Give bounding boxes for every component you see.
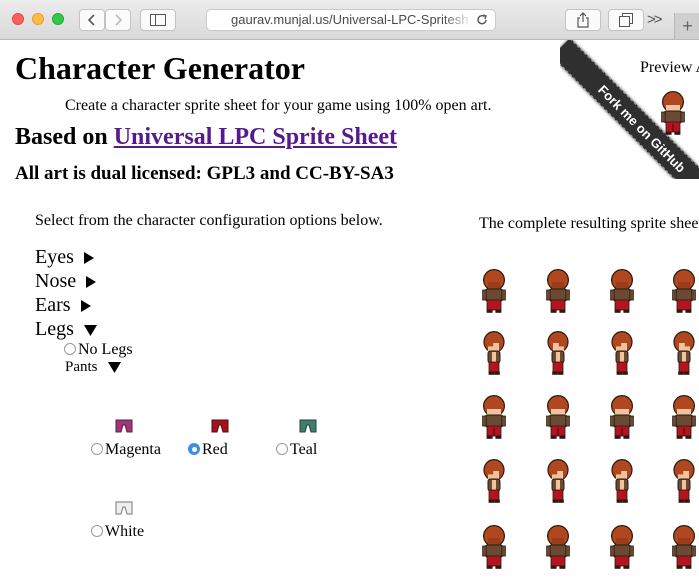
back-button[interactable] — [79, 9, 105, 31]
option-legs-label: Legs — [35, 318, 74, 340]
no-legs-label: No Legs — [78, 341, 133, 358]
sprite-frame — [545, 394, 571, 440]
option-nose-label: Nose — [35, 270, 77, 292]
teal-pants-swatch — [299, 419, 317, 433]
based-on-heading: Based on Universal LPC Sprite Sheet — [15, 124, 397, 151]
option-eyes-label: Eyes — [35, 246, 74, 268]
lpc-sprite-sheet-link[interactable]: Universal LPC Sprite Sheet — [114, 124, 397, 150]
forward-button[interactable] — [105, 9, 131, 31]
sidebar-button[interactable] — [140, 9, 176, 31]
sprite-frame — [671, 268, 697, 314]
option-legs[interactable]: Legs — [35, 318, 97, 340]
sprite-frame — [611, 330, 633, 376]
new-tab-button[interactable]: + — [674, 13, 699, 39]
page-title: Character Generator — [15, 50, 305, 86]
option-ears[interactable]: Ears — [35, 294, 91, 316]
chevron-right-icon — [115, 14, 123, 26]
result-message: The complete resulting sprite sheet — [479, 215, 699, 232]
sprite-frame — [545, 268, 571, 314]
white-pants-swatch — [115, 501, 133, 515]
sprite-frame — [673, 330, 695, 376]
sprite-frame — [545, 524, 571, 570]
tabs-icon — [619, 13, 633, 27]
red-label: Red — [202, 441, 228, 458]
option-nose[interactable]: Nose — [35, 270, 97, 292]
sprite-frame — [611, 458, 633, 504]
white-radio[interactable] — [91, 525, 103, 537]
triangle-down-icon — [107, 362, 121, 374]
option-ears-label: Ears — [35, 294, 71, 316]
sprite-frame — [481, 268, 507, 314]
sprite-frame — [671, 394, 697, 440]
sprite-frame — [483, 458, 505, 504]
teal-label: Teal — [290, 441, 318, 458]
triangle-down-icon — [83, 324, 97, 336]
no-legs-option[interactable]: No Legs — [64, 341, 133, 359]
triangle-right-icon — [83, 252, 94, 265]
pants-label: Pants — [65, 359, 98, 375]
browser-toolbar: gaurav.munjal.us/Universal-LPC-Spritesh … — [0, 0, 699, 40]
sprite-frame — [609, 268, 635, 314]
magenta-radio[interactable] — [91, 443, 103, 455]
sprite-frame — [609, 524, 635, 570]
address-bar[interactable]: gaurav.munjal.us/Universal-LPC-Spritesh — [206, 9, 496, 31]
license-heading: All art is dual licensed: GPL3 and CC-BY… — [15, 163, 394, 184]
sprite-frame — [483, 330, 505, 376]
teal-radio[interactable] — [276, 443, 288, 455]
pants-option[interactable]: Pants — [65, 359, 121, 376]
option-eyes[interactable]: Eyes — [35, 246, 94, 268]
close-window-button[interactable] — [12, 13, 24, 25]
tagline: Create a character sprite sheet for your… — [65, 97, 492, 114]
color-option-teal[interactable]: Teal — [276, 441, 317, 459]
based-on-prefix: Based on — [15, 124, 108, 150]
select-instructions: Select from the character configuration … — [35, 212, 383, 229]
triangle-right-icon — [86, 276, 97, 289]
minimize-window-button[interactable] — [32, 13, 44, 25]
tabs-button[interactable] — [608, 9, 644, 31]
share-icon — [577, 12, 589, 28]
sprite-frame — [609, 394, 635, 440]
triangle-right-icon — [80, 300, 91, 313]
overflow-button[interactable]: >> — [647, 11, 662, 28]
url-text: gaurav.munjal.us/Universal-LPC-Spritesh — [231, 12, 469, 27]
white-label: White — [105, 523, 145, 540]
magenta-pants-swatch — [115, 419, 133, 433]
color-option-red[interactable]: Red — [188, 441, 228, 459]
sidebar-icon — [150, 14, 166, 26]
no-legs-radio[interactable] — [64, 343, 76, 355]
page-content: Character Generator Create a character s… — [0, 40, 699, 578]
magenta-label: Magenta — [105, 441, 161, 458]
color-option-white[interactable]: White — [91, 523, 144, 541]
sprite-frame — [481, 524, 507, 570]
preview-sprite — [660, 90, 686, 136]
chevron-left-icon — [87, 14, 95, 26]
sprite-frame — [673, 458, 695, 504]
zoom-window-button[interactable] — [52, 13, 64, 25]
color-option-magenta[interactable]: Magenta — [91, 441, 161, 459]
share-button[interactable] — [565, 9, 601, 31]
red-radio[interactable] — [188, 443, 200, 455]
reload-icon[interactable] — [475, 13, 489, 27]
sprite-frame — [547, 330, 569, 376]
sprite-frame — [671, 524, 697, 570]
sprite-frame — [547, 458, 569, 504]
red-pants-swatch — [211, 419, 229, 433]
sprite-frame — [481, 394, 507, 440]
